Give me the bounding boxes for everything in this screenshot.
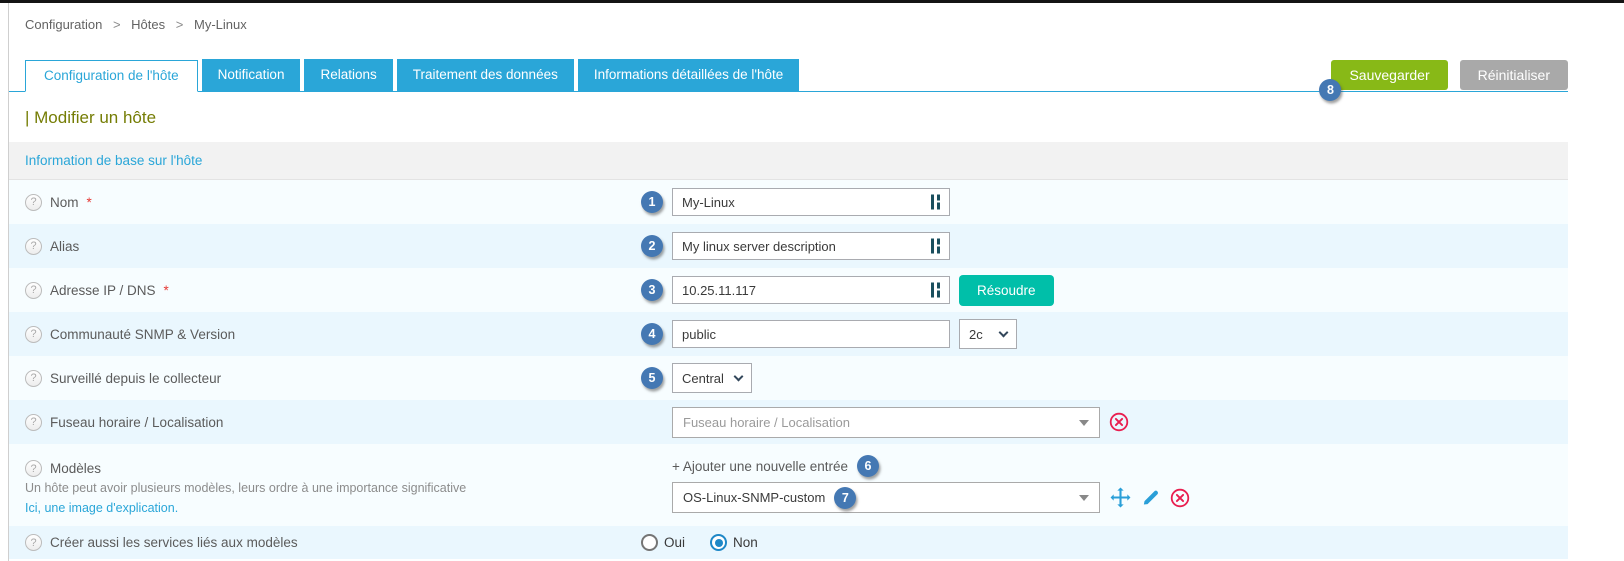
templates-hint-text: Un hôte peut avoir plusieurs modèles, le… <box>25 480 466 497</box>
macro-wizard-icon[interactable] <box>931 239 943 254</box>
template-value: OS-Linux-SNMP-custom <box>683 490 825 505</box>
radio-no-label: Non <box>733 535 758 550</box>
breadcrumb-hosts[interactable]: Hôtes <box>131 17 165 32</box>
radio-yes[interactable]: Oui <box>641 534 685 551</box>
help-icon[interactable]: ? <box>25 194 42 211</box>
annotation-badge-3: 3 <box>641 279 663 301</box>
help-icon[interactable]: ? <box>25 326 42 343</box>
breadcrumb-separator: > <box>113 17 121 32</box>
chevron-down-icon <box>734 371 744 381</box>
create-services-label: Créer aussi les services liés aux modèle… <box>50 535 298 550</box>
breadcrumb-configuration[interactable]: Configuration <box>25 17 102 32</box>
annotation-badge-5: 5 <box>641 367 663 389</box>
tab-relations[interactable]: Relations <box>304 59 392 91</box>
snmp-label: Communauté SNMP & Version <box>50 327 235 342</box>
template-edit-pencil-icon[interactable] <box>1141 488 1160 507</box>
form-row-snmp: ? Communauté SNMP & Version 4 2c <box>9 312 1568 356</box>
breadcrumb-current-host: My-Linux <box>194 17 247 32</box>
radio-circle-selected-icon <box>710 534 727 551</box>
add-template-entry-button[interactable]: + Ajouter une nouvelle entrée <box>672 459 848 474</box>
address-input[interactable] <box>672 276 950 304</box>
breadcrumb-separator: > <box>176 17 184 32</box>
help-icon[interactable]: ? <box>25 534 42 551</box>
form-row-name: ? Nom * 1 <box>9 180 1568 224</box>
save-button[interactable]: Sauvegarder 8 <box>1331 60 1447 90</box>
snmp-version-select[interactable]: 2c <box>959 319 1017 349</box>
snmp-version-value: 2c <box>969 327 983 342</box>
form-row-address: ? Adresse IP / DNS * 3 Résoudre <box>9 268 1568 312</box>
timezone-placeholder: Fuseau horaire / Localisation <box>683 415 850 430</box>
form-row-poller: ? Surveillé depuis le collecteur 5 Centr… <box>9 356 1568 400</box>
radio-no[interactable]: Non <box>710 534 758 551</box>
save-button-label: Sauvegarder <box>1349 67 1429 83</box>
name-label: Nom <box>50 195 79 210</box>
required-asterisk: * <box>87 195 92 210</box>
name-input[interactable] <box>672 188 950 216</box>
poller-select[interactable]: Central <box>672 363 752 393</box>
annotation-badge-4: 4 <box>641 323 663 345</box>
dropdown-arrow-icon <box>1079 495 1089 501</box>
alias-label: Alias <box>50 239 79 254</box>
resolve-button[interactable]: Résoudre <box>959 275 1054 306</box>
form-row-alias: ? Alias 2 <box>9 224 1568 268</box>
poller-label: Surveillé depuis le collecteur <box>50 371 221 386</box>
radio-yes-label: Oui <box>664 535 685 550</box>
annotation-badge-2: 2 <box>641 235 663 257</box>
timezone-label: Fuseau horaire / Localisation <box>50 415 223 430</box>
radio-circle-icon <box>641 534 658 551</box>
reset-button[interactable]: Réinitialiser <box>1460 60 1568 90</box>
snmp-community-input[interactable] <box>672 320 950 348</box>
help-icon[interactable]: ? <box>25 370 42 387</box>
template-delete-icon[interactable] <box>1170 488 1190 508</box>
tab-notification[interactable]: Notification <box>202 59 301 91</box>
help-icon[interactable]: ? <box>25 414 42 431</box>
tab-data-processing[interactable]: Traitement des données <box>397 59 574 91</box>
form-actions: Sauvegarder 8 Réinitialiser <box>1331 60 1568 91</box>
required-asterisk: * <box>164 283 169 298</box>
template-move-icon[interactable] <box>1110 487 1131 508</box>
help-icon[interactable]: ? <box>25 460 42 477</box>
tab-host-configuration[interactable]: Configuration de l'hôte <box>25 60 198 92</box>
tab-bar: Configuration de l'hôte Notification Rel… <box>9 59 1568 92</box>
host-config-page: Configuration > Hôtes > My-Linux Configu… <box>8 3 1568 561</box>
templates-hint-link[interactable]: Ici, une image d'explication. <box>25 500 178 517</box>
help-icon[interactable]: ? <box>25 282 42 299</box>
tab-host-details[interactable]: Informations détaillées de l'hôte <box>578 59 799 91</box>
template-select2[interactable]: OS-Linux-SNMP-custom 7 <box>672 482 1100 513</box>
alias-input[interactable] <box>672 232 950 260</box>
templates-label: Modèles <box>50 461 101 476</box>
macro-wizard-icon[interactable] <box>931 283 943 298</box>
macro-wizard-icon[interactable] <box>931 195 943 210</box>
form-row-timezone: ? Fuseau horaire / Localisation Fuseau h… <box>9 400 1568 444</box>
timezone-clear-icon[interactable] <box>1109 412 1129 432</box>
chevron-down-icon <box>999 327 1009 337</box>
address-label: Adresse IP / DNS <box>50 283 156 298</box>
help-icon[interactable]: ? <box>25 238 42 255</box>
dropdown-arrow-icon <box>1079 420 1089 426</box>
form-row-templates: ? Modèles Un hôte peut avoir plusieurs m… <box>9 444 1568 526</box>
timezone-select2[interactable]: Fuseau horaire / Localisation <box>672 407 1100 438</box>
form-row-create-services: ? Créer aussi les services liés aux modè… <box>9 526 1568 559</box>
annotation-badge-7: 7 <box>834 487 856 509</box>
annotation-badge-6: 6 <box>857 455 879 477</box>
section-header-basic-info: Information de base sur l'hôte <box>9 142 1568 180</box>
breadcrumb: Configuration > Hôtes > My-Linux <box>9 3 1568 44</box>
annotation-badge-1: 1 <box>641 191 663 213</box>
poller-value: Central <box>682 371 724 386</box>
